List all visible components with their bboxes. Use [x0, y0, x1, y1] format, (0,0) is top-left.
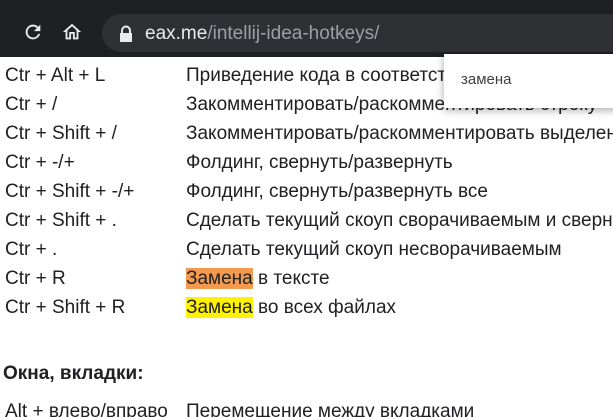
shortcut-row: Ctr + R Замена в тексте: [0, 264, 613, 293]
section-title: Окна, вкладки:: [3, 363, 144, 384]
shortcut-row: Alt + влево/вправо Перемещение между вкл…: [0, 397, 613, 417]
shortcut-description: Сделать текущий скоуп несворачиваемым: [186, 239, 562, 260]
shortcut-key: Ctr + Alt + L: [5, 65, 106, 86]
reload-button[interactable]: [18, 17, 48, 47]
shortcut-description: Фолдинг, свернуть/развернуть: [186, 152, 453, 173]
shortcut-row: Ctr + Shift + -/+ Фолдинг, свернуть/разв…: [0, 177, 613, 206]
browser-toolbar: eax.me/intellij-idea-hotkeys/: [0, 0, 613, 57]
address-bar[interactable]: eax.me/intellij-idea-hotkeys/: [102, 14, 613, 52]
url-text[interactable]: eax.me/intellij-idea-hotkeys/: [145, 23, 379, 45]
lock-icon: [120, 25, 132, 42]
shortcut-key: Ctr + R: [5, 268, 66, 289]
shortcut-description: Сделать текущий скоуп сворачиваемым и св…: [186, 210, 613, 231]
url-path: /intellij-idea-hotkeys/: [207, 23, 380, 44]
shortcut-key: Ctr + .: [5, 239, 58, 260]
shortcut-row: Ctr + . Сделать текущий скоуп несворачив…: [0, 235, 613, 264]
shortcut-description: Замена в тексте: [186, 264, 330, 293]
search-match: Замена: [186, 297, 253, 318]
search-match-current: Замена: [186, 268, 253, 289]
reload-icon: [25, 24, 41, 40]
description-rest: во всех файлах: [252, 297, 397, 318]
shortcut-key: Alt + влево/вправо: [5, 401, 168, 417]
shortcut-key: Ctr + Shift + /: [5, 123, 117, 144]
shortcut-description: Закомментировать/раскомментировать выдел…: [186, 123, 613, 144]
home-icon: [62, 23, 82, 40]
shortcut-description: Замена во всех файлах: [186, 293, 396, 322]
shortcut-key: Ctr + /: [5, 94, 58, 115]
home-button[interactable]: [57, 17, 87, 47]
shortcut-row: Ctr + Shift + / Закомментировать/раскомм…: [0, 119, 613, 148]
url-host: eax.me: [145, 23, 208, 44]
shortcut-description: Приведение кода в соответствие: [186, 65, 478, 86]
shortcut-key: Ctr + Shift + R: [5, 297, 126, 318]
shortcut-key: Ctr + -/+: [5, 152, 75, 173]
find-in-page-bar: замена: [444, 54, 613, 108]
find-input[interactable]: замена: [461, 71, 512, 88]
page-content: Ctr + Alt + L Приведение кода в соответс…: [0, 57, 613, 417]
shortcut-key: Ctr + Shift + -/+: [5, 181, 135, 202]
shortcut-key: Ctr + Shift + .: [5, 210, 117, 231]
shortcut-description: Перемещение между вкладками: [186, 401, 475, 417]
description-rest: в тексте: [252, 268, 330, 289]
shortcut-row: Ctr + Shift + R Замена во всех файлах: [0, 293, 613, 322]
shortcut-row: Ctr + -/+ Фолдинг, свернуть/развернуть: [0, 148, 613, 177]
shortcut-description: Фолдинг, свернуть/развернуть все: [186, 181, 488, 202]
shortcut-row: Ctr + Shift + . Сделать текущий скоуп св…: [0, 206, 613, 235]
